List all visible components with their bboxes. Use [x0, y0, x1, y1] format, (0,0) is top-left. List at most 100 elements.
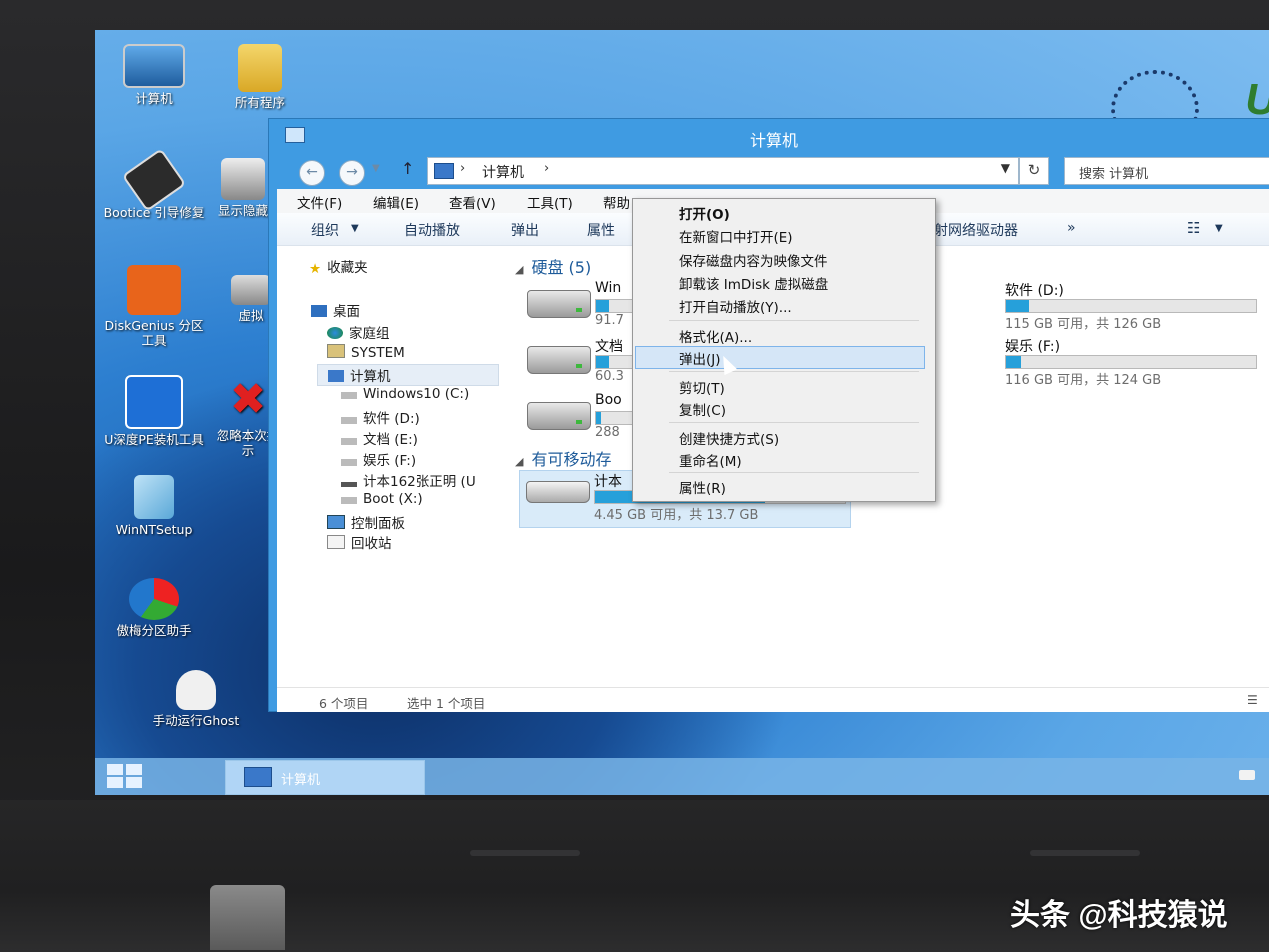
drive-name: Boo [595, 392, 622, 408]
menu-separator [669, 472, 919, 473]
desktop-icon-winntsetup[interactable]: WinNTSetup [99, 475, 209, 537]
nav-desktop[interactable]: 桌面 [311, 300, 360, 320]
menu-help[interactable]: 帮助 [603, 192, 630, 212]
nav-label: 软件 (D:) [363, 411, 420, 427]
ctx-properties[interactable]: 属性(R) [679, 477, 726, 497]
drive-free-space: 116 GB 可用，共 124 GB [1005, 373, 1162, 388]
windows-start-icon[interactable] [107, 764, 145, 790]
computer-icon [328, 370, 344, 382]
forward-arrow-icon[interactable]: → [339, 160, 365, 186]
more-commands-button[interactable]: » [1067, 220, 1076, 236]
status-bar: 6 个项目 选中 1 个项目 ☰ [277, 687, 1269, 712]
diskgenius-icon [127, 265, 181, 315]
desktop-icon-ghost[interactable]: 手动运行Ghost [141, 670, 251, 728]
nav-system[interactable]: SYSTEM [327, 344, 405, 364]
nav-drive-d[interactable]: 软件 (D:) [341, 407, 420, 427]
nav-homegroup[interactable]: 家庭组 [327, 322, 390, 342]
ctx-rename[interactable]: 重命名(M) [679, 450, 742, 470]
address-row: ← → ▼ ↑ › 计算机 › ▼ ↻ 搜索 计算机 [277, 157, 1269, 187]
breadcrumb-chevron-icon[interactable]: › [544, 161, 549, 176]
floppy-icon [121, 148, 187, 212]
recent-chevron-icon[interactable]: ▼ [372, 163, 380, 174]
refresh-button[interactable]: ↻ [1019, 157, 1049, 185]
nav-drive-x[interactable]: Boot (X:) [341, 491, 423, 511]
taskbar-button-computer[interactable]: 计算机 [225, 760, 425, 795]
ctx-cut[interactable]: 剪切(T) [679, 377, 725, 397]
desktop-icon-all-programs[interactable]: 所有程序 [205, 44, 315, 110]
menu-separator [669, 371, 919, 372]
ctx-eject[interactable]: 弹出(J) [679, 348, 721, 368]
nav-label: 家庭组 [349, 326, 390, 342]
desktop-icon-computer[interactable]: 计算机 [99, 44, 209, 106]
drive-usage-bar [1005, 299, 1257, 313]
nav-control-panel[interactable]: 控制面板 [327, 512, 405, 532]
breadcrumb-computer[interactable]: 计算机 [482, 162, 524, 182]
nav-label: Boot (X:) [363, 491, 423, 507]
desktop-icon-label: WinNTSetup [115, 522, 193, 537]
nav-drive-e[interactable]: 文档 (E:) [341, 428, 418, 448]
nav-favorites[interactable]: ★ 收藏夹 [309, 256, 368, 277]
desktop-icon-label: Bootice 引导修复 [103, 205, 205, 220]
desktop-icon-diskgenius[interactable]: DiskGenius 分区工具 [99, 265, 209, 348]
menu-tools[interactable]: 工具(T) [527, 192, 573, 212]
ghost-installer-icon [125, 375, 183, 429]
group-header-removable[interactable]: ◢ 有可移动存 [515, 446, 611, 470]
ctx-format[interactable]: 格式化(A)... [679, 326, 752, 346]
window-titlebar[interactable]: 计算机 [269, 119, 1269, 151]
breadcrumb-chevron-icon[interactable]: › [460, 161, 465, 176]
autoplay-button[interactable]: 自动播放 [404, 220, 460, 240]
star-icon: ★ [309, 261, 322, 277]
ctx-create-shortcut[interactable]: 创建快捷方式(S) [679, 428, 779, 448]
properties-button[interactable]: 属性 [587, 220, 615, 240]
organize-button[interactable]: 组织 [311, 220, 339, 240]
nav-label: 文档 (E:) [363, 432, 418, 448]
nav-recycle-bin[interactable]: 回收站 [327, 532, 392, 552]
nav-label: 收藏夹 [327, 260, 368, 276]
back-arrow-icon[interactable]: ← [299, 160, 325, 186]
drive-free-space: 4.45 GB 可用，共 13.7 GB [594, 508, 759, 523]
ctx-open[interactable]: 打开(O) [679, 203, 730, 223]
eject-button[interactable]: 弹出 [511, 220, 539, 240]
context-menu: 打开(O) 在新窗口中打开(E) 保存磁盘内容为映像文件 卸载该 ImDisk … [632, 198, 936, 502]
drive-usage-bar [1005, 355, 1257, 369]
drive-name: 软件 (D:) [1005, 283, 1064, 299]
nav-label: 计算机 [350, 369, 391, 385]
drive-tile[interactable]: 娱乐 (F:) 116 GB 可用，共 124 GB [931, 336, 1261, 392]
partition-assistant-icon [129, 578, 179, 620]
collapse-triangle-icon: ◢ [515, 263, 524, 276]
ctx-unmount-imdisk[interactable]: 卸载该 ImDisk 虚拟磁盘 [679, 273, 828, 293]
group-header-hdd[interactable]: ◢ 硬盘 (5) [515, 254, 591, 278]
drive-tile[interactable]: 软件 (D:) 115 GB 可用，共 126 GB [931, 280, 1261, 336]
ctx-open-new-window[interactable]: 在新窗口中打开(E) [679, 226, 793, 246]
ctx-copy[interactable]: 复制(C) [679, 399, 726, 419]
desktop-icon-partition-assistant[interactable]: 傲梅分区助手 [99, 578, 209, 638]
group-header-label: 硬盘 (5) [531, 258, 592, 277]
address-dropdown-icon[interactable]: ▼ [1001, 161, 1010, 175]
hinge-right [1030, 850, 1140, 856]
menu-view[interactable]: 查看(V) [449, 192, 496, 212]
details-view-icon[interactable]: ☰ [1247, 693, 1258, 707]
view-chevron-down-icon[interactable]: ▼ [1215, 223, 1223, 234]
desktop-icon [311, 305, 327, 317]
menu-separator [669, 320, 919, 321]
nav-drive-c[interactable]: Windows10 (C:) [341, 386, 469, 406]
menu-edit[interactable]: 编辑(E) [373, 192, 419, 212]
up-arrow-icon[interactable]: ↑ [401, 159, 414, 178]
disk-icon [221, 158, 265, 200]
tray-keyboard-icon[interactable] [1239, 770, 1255, 780]
drive-name: 娱乐 (F:) [1005, 339, 1061, 355]
desktop-icon-bootice[interactable]: Bootice 引导修复 [99, 148, 209, 220]
ctx-save-image[interactable]: 保存磁盘内容为映像文件 [679, 250, 828, 270]
view-options-icon[interactable]: ☷ [1187, 219, 1200, 237]
address-bar[interactable]: › 计算机 › ▼ [427, 157, 1019, 185]
map-network-drive-button[interactable]: 射网络驱动器 [934, 220, 1018, 240]
ctx-open-autoplay[interactable]: 打开自动播放(Y)... [679, 296, 792, 316]
search-input[interactable]: 搜索 计算机 [1064, 157, 1269, 185]
menu-file[interactable]: 文件(F) [297, 192, 342, 212]
drive-free-space: 60.3 [595, 369, 624, 384]
nav-computer[interactable]: 计算机 [317, 364, 499, 386]
organize-chevron-down-icon[interactable]: ▼ [351, 223, 359, 234]
nav-drive-f[interactable]: 娱乐 (F:) [341, 449, 416, 469]
desktop-icon-udeep-pe[interactable]: U深度PE装机工具 [99, 375, 209, 447]
nav-usb-drive[interactable]: 计本162张正明 (U [341, 470, 476, 490]
